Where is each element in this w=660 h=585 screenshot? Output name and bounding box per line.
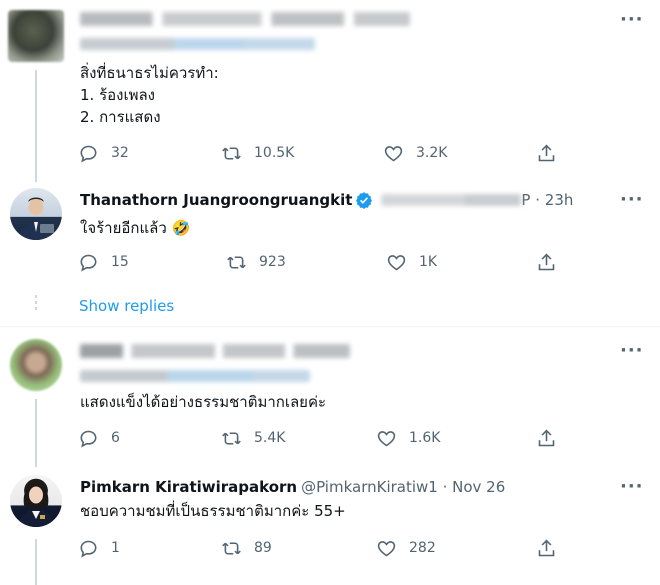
reply-icon xyxy=(80,254,97,271)
share-icon xyxy=(538,539,555,556)
show-replies-link[interactable]: Show replies xyxy=(79,297,174,315)
tweet-3[interactable]: ··· แสดงแข็งได้อย่างธรรมชาติมากเลยค่ะ 6 … xyxy=(0,327,660,467)
retweet-button[interactable]: 89 xyxy=(221,536,272,560)
share-button[interactable] xyxy=(536,536,569,560)
blurred-handle xyxy=(80,38,315,50)
blurred-name xyxy=(80,12,410,26)
avatar-image xyxy=(19,197,54,240)
reply-icon xyxy=(80,540,97,557)
blurred-handle xyxy=(80,370,310,382)
avatar-image xyxy=(18,483,54,527)
thread-dots xyxy=(35,295,37,313)
avatar[interactable] xyxy=(10,475,62,527)
author-row: Pimkarn Kiratiwirapakorn @PimkarnKiratiw… xyxy=(80,477,505,497)
thread-line xyxy=(35,539,37,585)
tweet-actions: 1 89 282 xyxy=(78,536,578,560)
like-button[interactable]: 1.6K xyxy=(376,426,440,450)
retweet-count: 89 xyxy=(254,540,272,556)
heart-icon xyxy=(384,145,403,161)
share-icon xyxy=(538,144,555,161)
tweet-text-line: สิ่งที่ธนาธรไม่ควรทำ: xyxy=(80,64,219,82)
more-options-icon[interactable]: ··· xyxy=(620,478,643,503)
verified-badge-icon xyxy=(356,192,373,209)
tweet-text-line: 2. การแสดง xyxy=(80,108,161,126)
like-button[interactable]: 1K xyxy=(386,250,437,274)
tweet-text-line: 1. ร้องเพลง xyxy=(80,86,155,104)
tweet-text: แสดงแข็งได้อย่างธรรมชาติมากเลยค่ะ xyxy=(80,393,327,411)
author-name[interactable]: Pimkarn Kiratiwirapakorn xyxy=(80,478,297,496)
avatar[interactable] xyxy=(8,10,64,62)
like-button[interactable]: 282 xyxy=(376,536,436,560)
heart-icon xyxy=(377,540,396,556)
retweet-icon xyxy=(222,146,241,160)
tweet-text: สิ่งที่ธนาธรไม่ควรทำ: 1. ร้องเพลง 2. การ… xyxy=(80,62,219,128)
like-count: 1.6K xyxy=(409,430,441,446)
tweet-2[interactable]: Thanathorn Juangroongruangkit P · 23h ··… xyxy=(0,180,660,280)
retweet-button[interactable]: 5.4K xyxy=(221,426,285,450)
blurred-handle xyxy=(381,194,522,206)
retweet-count: 5.4K xyxy=(254,430,286,446)
share-button[interactable] xyxy=(536,250,569,274)
reply-button[interactable]: 15 xyxy=(78,250,129,274)
share-icon xyxy=(538,253,555,270)
tweet-actions: 32 10.5K 3.2K xyxy=(78,141,578,165)
reply-count: 15 xyxy=(111,254,129,270)
handle-time[interactable]: P · 23h xyxy=(521,191,573,209)
tweet-actions: 6 5.4K 1.6K xyxy=(78,426,578,450)
tweet-1[interactable]: ··· สิ่งที่ธนาธรไม่ควรทำ: 1. ร้องเพลง 2.… xyxy=(0,0,660,182)
retweet-count: 923 xyxy=(259,254,286,270)
like-count: 282 xyxy=(409,540,436,556)
reply-count: 6 xyxy=(111,430,120,446)
more-options-icon[interactable]: ··· xyxy=(620,191,643,216)
reply-count: 1 xyxy=(111,540,120,556)
avatar[interactable] xyxy=(10,339,62,391)
author-name[interactable]: Thanathorn Juangroongruangkit xyxy=(80,191,352,209)
retweet-icon xyxy=(227,255,246,269)
like-count: 1K xyxy=(419,254,438,270)
blurred-name xyxy=(80,344,350,358)
like-button[interactable]: 3.2K xyxy=(383,141,447,165)
handle-time[interactable]: @PimkarnKiratiw1 · Nov 26 xyxy=(301,478,505,496)
share-button[interactable] xyxy=(536,141,569,165)
thread-line xyxy=(35,399,37,467)
heart-icon xyxy=(387,254,406,270)
avatar[interactable] xyxy=(10,188,62,240)
share-button[interactable] xyxy=(536,426,569,450)
tweet-actions: 15 923 1K xyxy=(78,250,578,274)
reply-button[interactable]: 6 xyxy=(78,426,120,450)
tweet-text: ชอบความชมที่เป็นธรรมชาติมากค่ะ 55+ xyxy=(80,502,346,520)
retweet-icon xyxy=(222,431,241,445)
reply-button[interactable]: 32 xyxy=(78,141,129,165)
heart-icon xyxy=(377,430,396,446)
retweet-icon xyxy=(222,541,241,555)
tweet-4[interactable]: Pimkarn Kiratiwirapakorn @PimkarnKiratiw… xyxy=(0,467,660,585)
retweet-button[interactable]: 923 xyxy=(226,250,286,274)
retweet-count: 10.5K xyxy=(254,145,295,161)
more-options-icon[interactable]: ··· xyxy=(620,11,643,36)
author-row: Thanathorn Juangroongruangkit P · 23h xyxy=(80,190,573,210)
tweet-text: ใจร้ายอีกแล้ว 🤣 xyxy=(80,219,191,237)
more-options-icon[interactable]: ··· xyxy=(620,342,643,367)
thread-line xyxy=(35,70,37,182)
reply-button[interactable]: 1 xyxy=(78,536,120,560)
share-icon xyxy=(538,429,555,446)
reply-icon xyxy=(80,145,97,162)
like-count: 3.2K xyxy=(416,145,448,161)
reply-icon xyxy=(80,430,97,447)
retweet-button[interactable]: 10.5K xyxy=(221,141,294,165)
reply-count: 32 xyxy=(111,145,129,161)
